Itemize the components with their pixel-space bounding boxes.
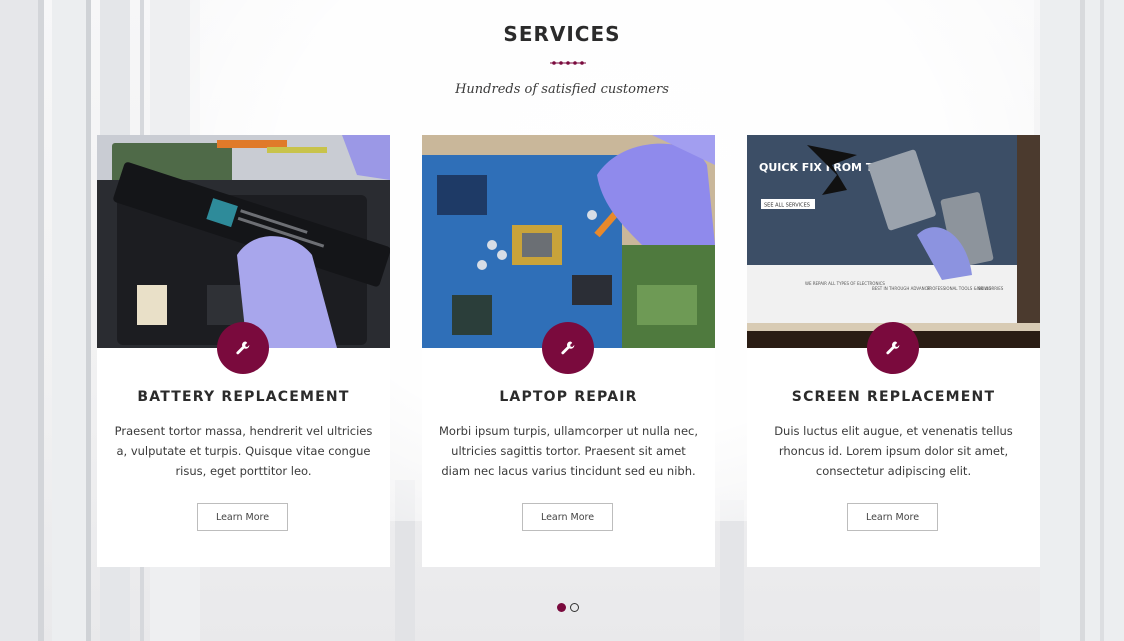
wrench-icon: [561, 341, 575, 355]
service-card-battery: BATTERY REPLACEMENT Praesent tortor mass…: [97, 135, 390, 567]
card-title: LAPTOP REPAIR: [499, 389, 638, 405]
learn-more-button[interactable]: Learn More: [847, 503, 938, 531]
service-card-laptop-repair: LAPTOP REPAIR Morbi ipsum turpis, ullamc…: [422, 135, 715, 567]
divider-ornament: [550, 61, 586, 65]
pagination-dot-2[interactable]: [570, 603, 579, 612]
service-card-screen: QUICK FIX FROM THE... SEE ALL SERVICES W…: [747, 135, 1040, 567]
cracked-laptop-screen-photo: QUICK FIX FROM THE... SEE ALL SERVICES W…: [747, 135, 1040, 348]
card-description: Morbi ipsum turpis, ullamcorper ut nulla…: [438, 424, 699, 478]
pagination-dot-1[interactable]: [557, 603, 566, 612]
card-title: BATTERY REPLACEMENT: [137, 389, 350, 405]
card-description: Praesent tortor massa, hendrerit vel ult…: [114, 424, 373, 478]
screen-cta: SEE ALL SERVICES: [764, 203, 810, 209]
wrench-icon-badge: [217, 322, 269, 374]
learn-more-button[interactable]: Learn More: [197, 503, 288, 531]
wrench-icon: [236, 341, 250, 355]
screen-feature-4: NO WORRIES: [977, 286, 1004, 291]
card-title: SCREEN REPLACEMENT: [791, 389, 996, 405]
carousel-pagination: [557, 603, 579, 612]
wrench-icon: [886, 341, 900, 355]
circuit-board-repair-photo: [422, 135, 715, 348]
wrench-icon-badge: [542, 322, 594, 374]
section-title: SERVICES: [503, 22, 621, 46]
laptop-battery-photo: [97, 135, 390, 348]
card-description: Duis luctus elit augue, et venenatis tel…: [774, 424, 1013, 478]
section-subtitle: Hundreds of satisfied customers: [455, 82, 669, 97]
learn-more-button[interactable]: Learn More: [522, 503, 613, 531]
wrench-icon-badge: [867, 322, 919, 374]
screen-feature-2: BEST IN THROUGH ADVANCE: [872, 286, 930, 291]
